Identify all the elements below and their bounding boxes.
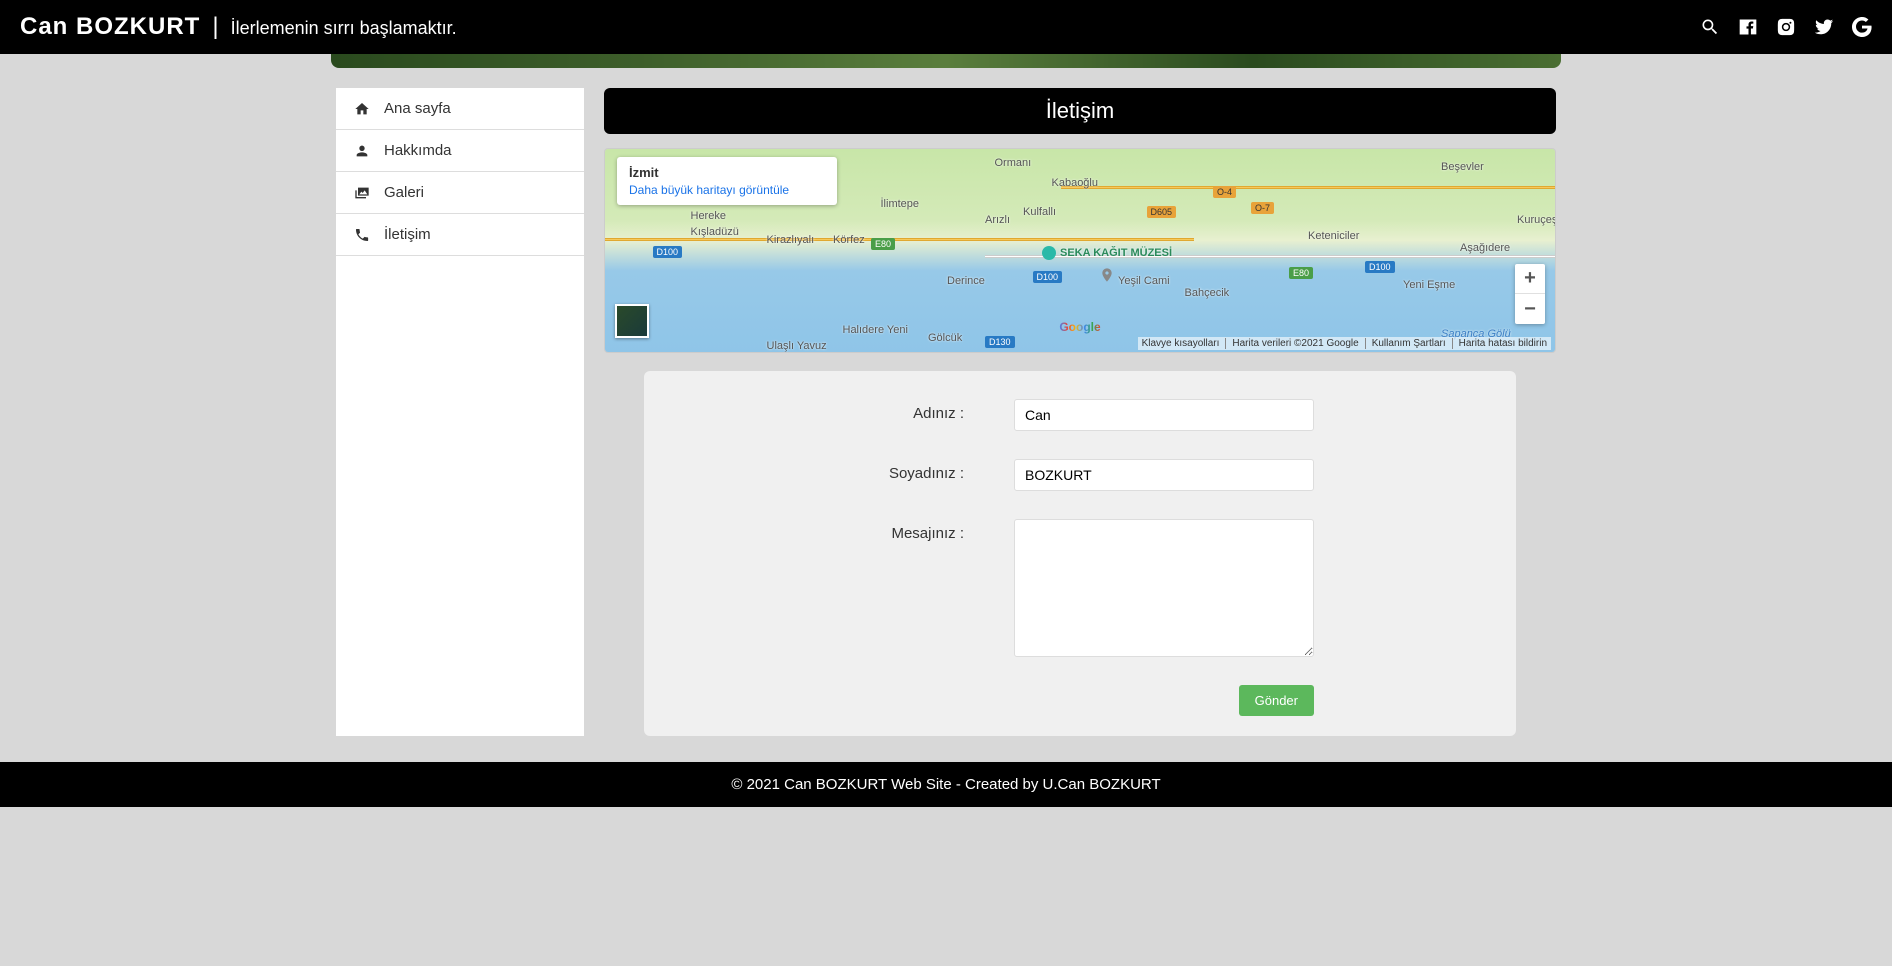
hero-strip	[331, 54, 1561, 68]
map-label: Aşağıdere	[1460, 242, 1510, 254]
map-label: Ormanı	[995, 157, 1032, 169]
map-label: Yeni Eşme	[1403, 279, 1455, 291]
map-zoom-controls: + −	[1515, 264, 1545, 324]
form-row-name: Adınız :	[724, 399, 1436, 431]
contact-form: Adınız : Soyadınız : Mesajınız : Gönder	[644, 371, 1516, 736]
sidebar-item-about[interactable]: Hakkımda	[336, 130, 584, 172]
road-badge: D100	[653, 246, 683, 258]
divider: |	[212, 13, 218, 41]
zoom-in-button[interactable]: +	[1515, 264, 1545, 294]
map-poi-seka[interactable]: SEKA KAĞIT MÜZESİ	[1042, 246, 1172, 260]
main-content: İletişim İzmit Daha büyük haritayı görün…	[604, 88, 1556, 736]
page-title: İletişim	[604, 88, 1556, 134]
map-label: Körfez	[833, 234, 865, 246]
map-road	[1061, 186, 1555, 189]
map-attrib-report[interactable]: Harita hatası bildirin	[1459, 338, 1547, 349]
google-icon[interactable]	[1852, 17, 1872, 37]
google-logo: Google	[1059, 320, 1100, 334]
map-attrib-data: Harita verileri ©2021 Google	[1232, 338, 1365, 349]
road-badge: D605	[1147, 206, 1177, 218]
map-label: İlimtepe	[881, 198, 920, 210]
map-label: Beşevler	[1441, 161, 1484, 173]
sidebar-item-contact[interactable]: İletişim	[336, 214, 584, 256]
sidebar: Ana sayfa Hakkımda Galeri İletişim	[336, 88, 584, 736]
map-attrib-shortcuts[interactable]: Klavye kısayolları	[1142, 338, 1227, 349]
map-label: Gölcük	[928, 332, 962, 344]
road-badge: O-7	[1251, 202, 1274, 214]
form-row-message: Mesajınız :	[724, 519, 1436, 657]
surname-input[interactable]	[1014, 459, 1314, 491]
name-label: Adınız :	[724, 399, 1014, 422]
name-input[interactable]	[1014, 399, 1314, 431]
map-poi-label: SEKA KAĞIT MÜZESİ	[1060, 247, 1172, 259]
map-label: Arızlı	[985, 214, 1010, 226]
surname-label: Soyadınız :	[724, 459, 1014, 482]
sidebar-item-label: Ana sayfa	[384, 100, 451, 117]
map-info-popup: İzmit Daha büyük haritayı görüntüle	[617, 157, 837, 205]
map-satellite-toggle[interactable]	[615, 304, 649, 338]
poi-marker-icon	[1042, 246, 1056, 260]
map-label: Kışladüzü	[691, 226, 739, 238]
road-badge: E80	[871, 238, 895, 250]
map-pin-icon	[1099, 267, 1115, 289]
map-attrib-terms[interactable]: Kullanım Şartları	[1372, 338, 1453, 349]
sidebar-item-gallery[interactable]: Galeri	[336, 172, 584, 214]
home-icon	[354, 101, 370, 117]
map-label: Kirazlıyalı	[767, 234, 815, 246]
map-label: Kabaoğlu	[1052, 177, 1099, 189]
map-label: Ulaşlı Yavuz	[767, 340, 827, 352]
form-actions: Gönder	[724, 685, 1436, 716]
map-label: Bahçecik	[1185, 287, 1230, 299]
site-title[interactable]: Can BOZKURT	[20, 13, 200, 41]
map-label: Keteniciler	[1308, 230, 1359, 242]
map-road	[605, 238, 1194, 241]
sidebar-item-home[interactable]: Ana sayfa	[336, 88, 584, 130]
search-icon[interactable]	[1700, 17, 1720, 37]
map-label: Derince	[947, 275, 985, 287]
road-badge: O-4	[1213, 186, 1236, 198]
road-badge: E80	[1289, 267, 1313, 279]
twitter-icon[interactable]	[1814, 17, 1834, 37]
road-badge: D100	[1365, 261, 1395, 273]
footer: © 2021 Can BOZKURT Web Site - Created by…	[0, 762, 1892, 807]
topbar-icons	[1700, 17, 1872, 37]
sidebar-item-label: Galeri	[384, 184, 424, 201]
road-badge: D100	[1033, 271, 1063, 283]
instagram-icon[interactable]	[1776, 17, 1796, 37]
map-label: Halıdere Yeni	[843, 324, 908, 336]
form-row-surname: Soyadınız :	[724, 459, 1436, 491]
sidebar-item-label: Hakkımda	[384, 142, 452, 159]
sidebar-item-label: İletişim	[384, 226, 431, 243]
zoom-out-button[interactable]: −	[1515, 294, 1545, 324]
map[interactable]: İzmit Daha büyük haritayı görüntüle Orma…	[604, 148, 1556, 353]
main-container: Ana sayfa Hakkımda Galeri İletişim İleti…	[331, 88, 1561, 736]
message-input[interactable]	[1014, 519, 1314, 657]
phone-icon	[354, 227, 370, 243]
map-label: Kulfallı	[1023, 206, 1056, 218]
map-label: Yeşil Cami	[1118, 275, 1170, 287]
map-label: Kuruçeşme	[1517, 214, 1556, 226]
topbar: Can BOZKURT | İlerlemenin sırrı başlamak…	[0, 0, 1892, 54]
map-label: Hereke	[691, 210, 726, 222]
map-popup-link[interactable]: Daha büyük haritayı görüntüle	[629, 183, 825, 197]
user-icon	[354, 143, 370, 159]
tagline: İlerlemenin sırrı başlamaktır.	[231, 18, 457, 39]
submit-button[interactable]: Gönder	[1239, 685, 1314, 716]
images-icon	[354, 185, 370, 201]
facebook-icon[interactable]	[1738, 17, 1758, 37]
map-attribution: Klavye kısayolları Harita verileri ©2021…	[1138, 337, 1551, 350]
topbar-left: Can BOZKURT | İlerlemenin sırrı başlamak…	[20, 13, 457, 41]
map-popup-title: İzmit	[629, 165, 825, 180]
message-label: Mesajınız :	[724, 519, 1014, 542]
road-badge: D130	[985, 336, 1015, 348]
